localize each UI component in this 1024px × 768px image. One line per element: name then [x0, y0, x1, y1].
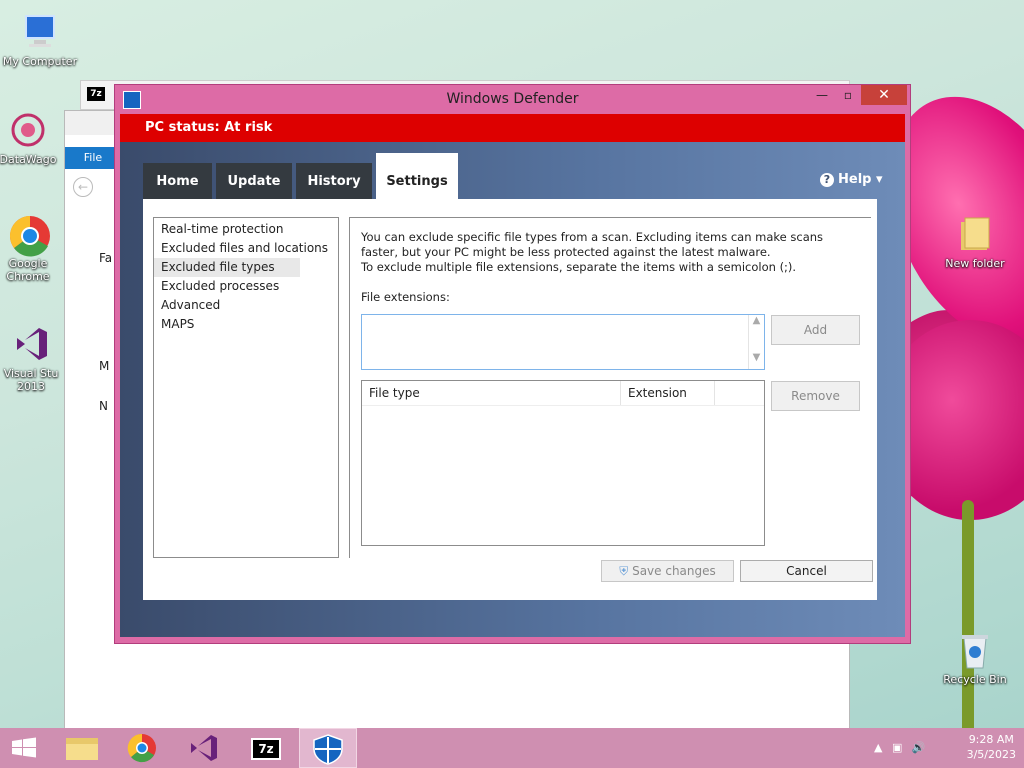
explorer-nav-pane: Fa M N [79, 247, 119, 417]
description-line: To exclude multiple file extensions, sep… [361, 260, 797, 274]
desktop-icon-label: Visual Stu 2013 [3, 367, 59, 393]
recycle-bin-icon [955, 630, 995, 670]
settings-nav-item-excluded-files[interactable]: Excluded files and locations [154, 239, 338, 258]
show-hidden-icons-icon[interactable]: ▲ [874, 741, 882, 754]
nav-item-network[interactable]: N [79, 395, 119, 417]
clock-time: 9:28 AM [968, 733, 1014, 746]
table-header: File type Extension [362, 381, 764, 406]
tab-update[interactable]: Update [216, 163, 292, 199]
visual-studio-icon [11, 324, 51, 364]
cancel-button[interactable]: Cancel [740, 560, 873, 582]
desktop-icon-new-folder[interactable]: New folder [935, 214, 1015, 270]
desktop-icon-visual-studio[interactable]: Visual Stu 2013 [0, 324, 64, 393]
desktop-icon-label: DataWago [0, 153, 57, 166]
chrome-icon [127, 733, 156, 763]
tab-settings[interactable]: Settings [376, 153, 458, 199]
help-menu[interactable]: ? Help ▾ [820, 172, 883, 187]
windows-logo-icon [12, 737, 36, 758]
settings-nav-item-excluded-file-types[interactable]: Excluded file types [154, 258, 300, 277]
system-tray: ▲ ▣ 🔊 [874, 741, 926, 754]
settings-nav-item-advanced[interactable]: Advanced [154, 296, 338, 315]
window-titlebar[interactable]: Windows Defender — ▫ ✕ [115, 85, 910, 113]
file-extensions-label: File extensions: [361, 290, 450, 304]
defender-shield-icon [313, 734, 343, 765]
panel-description: You can exclude specific file types from… [361, 230, 851, 275]
datawago-icon [8, 110, 48, 150]
window-title: Windows Defender [446, 91, 579, 107]
help-icon: ? [820, 173, 834, 187]
desktop-icon-chrome[interactable]: Google Chrome [0, 214, 58, 283]
chrome-icon [8, 214, 50, 257]
desktop-icon-recycle-bin[interactable]: Recycle Bin [935, 630, 1015, 686]
7zip-icon: 7z [251, 738, 281, 760]
network-icon[interactable]: ▣ [892, 741, 902, 754]
back-arrow-icon[interactable]: ← [73, 177, 93, 197]
clock-date: 3/5/2023 [966, 748, 1016, 761]
folder-icon [955, 214, 995, 254]
excluded-file-types-panel: You can exclude specific file types from… [349, 217, 871, 558]
settings-nav: Real-time protection Excluded files and … [153, 217, 339, 558]
desktop-icon-datawago[interactable]: DataWago [0, 110, 58, 166]
tab-home[interactable]: Home [143, 163, 212, 199]
scroll-up-icon[interactable]: ▲ [749, 315, 764, 326]
settings-nav-item-excluded-processes[interactable]: Excluded processes [154, 277, 338, 296]
settings-nav-item-realtime-protection[interactable]: Real-time protection [154, 220, 338, 239]
column-header-file-type[interactable]: File type [362, 381, 621, 405]
file-extensions-input[interactable]: ▲ ▼ [361, 314, 765, 370]
defender-body: PC status: At risk Home Update History S… [120, 114, 905, 637]
computer-icon [20, 12, 60, 52]
taskbar-windows-defender[interactable] [299, 728, 357, 768]
description-line: You can exclude specific file types from… [361, 230, 824, 259]
explorer-file-tab[interactable]: File [65, 147, 121, 169]
desktop-icon-label: Recycle Bin [943, 673, 1007, 686]
close-button[interactable]: ✕ [861, 85, 907, 105]
excluded-types-table[interactable]: File type Extension [361, 380, 765, 546]
input-scrollbar[interactable]: ▲ ▼ [748, 315, 764, 369]
column-header-extension[interactable]: Extension [621, 381, 715, 405]
desktop-icon-label: New folder [945, 257, 1005, 270]
add-button[interactable]: Add [771, 315, 860, 345]
taskbar-7zip[interactable]: 7z [237, 728, 295, 768]
clock[interactable]: 9:28 AM 3/5/2023 [967, 732, 1016, 762]
chevron-down-icon: ▾ [876, 172, 883, 187]
nav-item-favorites[interactable]: Fa [79, 247, 119, 269]
tab-history[interactable]: History [296, 163, 372, 199]
desktop-icon-label: Google Chrome [6, 257, 50, 283]
desktop-icon-my-computer[interactable]: My Computer [0, 12, 80, 68]
save-changes-label: Save changes [632, 564, 716, 578]
windows-defender-window: Windows Defender — ▫ ✕ PC status: At ris… [114, 84, 911, 644]
scroll-down-icon[interactable]: ▼ [749, 352, 764, 363]
wallpaper-stem [962, 500, 974, 740]
save-changes-button[interactable]: ⛨ Save changes [601, 560, 734, 582]
settings-nav-item-maps[interactable]: MAPS [154, 315, 338, 334]
settings-content: Real-time protection Excluded files and … [143, 199, 877, 600]
pc-status-banner: PC status: At risk [120, 114, 905, 142]
start-button[interactable] [0, 728, 50, 768]
volume-icon[interactable]: 🔊 [912, 741, 926, 754]
taskbar-chrome[interactable] [113, 728, 171, 768]
maximize-button[interactable]: ▫ [835, 85, 861, 105]
remove-button[interactable]: Remove [771, 381, 860, 411]
taskbar-visual-studio[interactable] [175, 728, 233, 768]
desktop-icon-label: My Computer [2, 55, 78, 68]
taskbar: 7z ▲ ▣ 🔊 9:28 AM 3/5/2023 [0, 728, 1024, 768]
minimize-button[interactable]: — [809, 85, 835, 105]
taskbar-explorer[interactable] [53, 728, 111, 768]
folder-icon [66, 738, 98, 760]
nav-item-computer[interactable]: M [79, 355, 119, 377]
help-label: Help [838, 172, 872, 187]
shield-icon: ⛨ [619, 564, 629, 578]
7zip-icon: 7z [87, 87, 105, 101]
nav-item-group[interactable] [79, 269, 119, 333]
visual-studio-icon [191, 735, 217, 761]
